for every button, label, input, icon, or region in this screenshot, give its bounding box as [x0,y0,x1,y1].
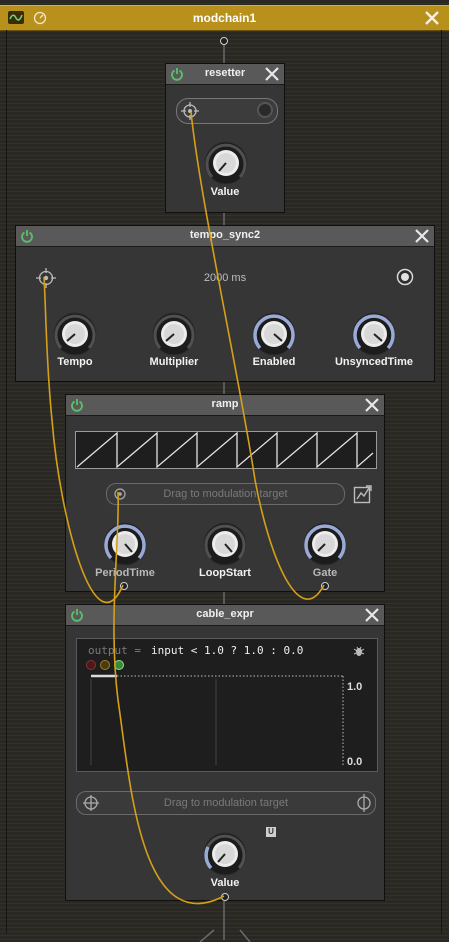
tempo-value-display: 2000 ms [203,272,247,284]
close-icon[interactable] [414,228,430,244]
graph-min-label: 0.0 [347,756,363,768]
tempo-sync-header: tempo_sync2 [16,226,434,247]
drag-label: Drag to modulation target [163,797,289,809]
ramp-header: ramp [66,395,384,416]
enabled-knob[interactable] [251,311,297,357]
resetter-module: resetter Value [165,63,285,213]
period-time-knob[interactable] [102,521,148,567]
container-input-jack[interactable] [220,37,228,45]
multiplier-label: Multiplier [149,356,199,368]
loop-start-label: LoopStart [199,567,251,579]
cable-expr-module: cable_expr output = input < 1.0 ? 1.0 : … [65,604,385,901]
crosshair-icon [83,795,99,811]
close-icon[interactable] [264,66,280,82]
close-icon[interactable] [425,11,439,25]
modchain-canvas: modchain1 resetter Value tempo_sync2 200… [0,0,449,942]
cable-expr-header: cable_expr [66,605,384,626]
tempo-knob[interactable] [52,311,98,357]
tempo-label: Tempo [57,356,93,368]
crosshair-icon [181,102,199,120]
unsynced-time-knob[interactable] [351,311,397,357]
phase-icon [357,794,371,812]
value-label: Value [210,186,240,198]
gate-knob[interactable] [302,521,348,567]
expression-editor[interactable]: output = input < 1.0 ? 1.0 : 0.0 1.0 0.0 [76,638,378,772]
drag-to-modulation-target[interactable]: Drag to modulation target [76,791,376,815]
trigger-button[interactable] [176,98,278,124]
value-output-jack[interactable] [221,893,229,901]
ramp-module: ramp Drag to modulation target PeriodTim… [65,394,385,592]
tempo-sync-module: tempo_sync2 2000 ms Tempo Multiplier Ena… [15,225,435,382]
gate-output-jack[interactable] [321,582,329,590]
unsynced-time-label: UnsyncedTime [334,356,414,368]
ramp-title: ramp [211,398,239,410]
value-knob[interactable] [202,831,248,877]
expression-graph [90,674,344,765]
period-time-label: PeriodTime [95,567,155,579]
close-icon[interactable] [364,397,380,413]
crosshair-icon [114,488,126,500]
graph-max-label: 1.0 [347,681,363,693]
value-label: Value [210,877,240,889]
gate-label: Gate [312,567,338,579]
period-time-output-jack[interactable] [120,582,128,590]
tempo-sync-title: tempo_sync2 [189,229,261,241]
container-title: modchain1 [192,11,257,25]
trigger-led [257,102,273,118]
close-icon[interactable] [364,607,380,623]
multiplier-knob[interactable] [151,311,197,357]
container-header: modchain1 [0,5,449,31]
cable-expr-title: cable_expr [196,608,254,620]
enabled-label: Enabled [252,356,296,368]
resetter-header: resetter [166,64,284,85]
value-knob[interactable] [203,140,249,186]
ramp-waveform-display [75,431,377,469]
export-icon[interactable] [353,484,373,504]
unipolar-icon[interactable]: U [266,827,276,837]
loop-start-knob[interactable] [202,521,248,567]
drag-to-modulation-target[interactable]: Drag to modulation target [106,483,345,505]
drag-label: Drag to modulation target [163,488,288,500]
sync-toggle[interactable] [396,268,414,286]
